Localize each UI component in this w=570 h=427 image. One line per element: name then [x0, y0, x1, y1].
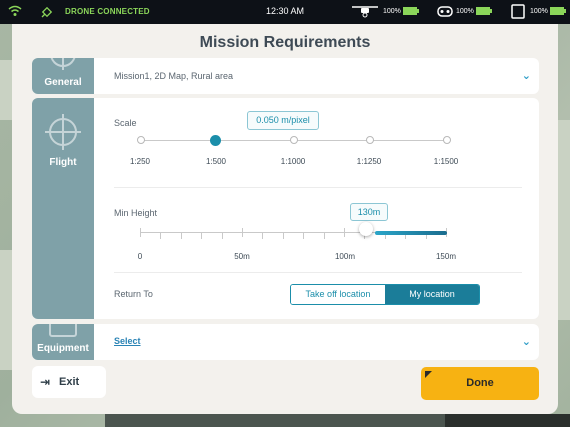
- tab-equipment[interactable]: Equipment: [32, 324, 94, 360]
- height-tick-mark: [140, 228, 141, 237]
- height-tick-label: 150m: [435, 252, 456, 261]
- scale-tick-label: 1:500: [205, 157, 227, 166]
- exit-icon: ⇥: [40, 375, 51, 389]
- scale-stop[interactable]: [443, 136, 451, 144]
- scale-value-bubble: 0.050 m/pixel: [247, 111, 319, 130]
- controller-icon: [437, 6, 453, 17]
- tab-flight-label: Flight: [49, 157, 77, 168]
- exit-button-label: Exit: [59, 376, 80, 388]
- target-icon: [45, 114, 81, 150]
- clock: 12:30 AM: [266, 6, 305, 16]
- height-tick-label: 0: [137, 252, 143, 261]
- equipment-select-link[interactable]: Select: [114, 336, 141, 346]
- wifi-icon: [8, 5, 22, 16]
- tab-general[interactable]: General: [32, 58, 94, 94]
- satellite-icon: [41, 6, 53, 18]
- height-tick-mark: [282, 232, 284, 239]
- controller-battery-text: 100%: [456, 7, 474, 15]
- return-to-label: Return To: [114, 289, 153, 299]
- height-tick-mark: [323, 232, 325, 239]
- height-tick-label: 100m: [334, 252, 355, 261]
- done-button[interactable]: Done: [421, 367, 539, 400]
- scale-tick-label: 1:1000: [280, 157, 306, 166]
- connection-status: DRONE CONNECTED: [65, 7, 150, 16]
- take-off-location-option[interactable]: Take off location: [291, 285, 385, 304]
- scale-tick-label: 1:250: [129, 157, 151, 166]
- mission-requirements-dialog: Mission Requirements General Mission1, 2…: [12, 24, 558, 414]
- scale-stop[interactable]: [137, 136, 145, 144]
- equipment-section[interactable]: Equipment Select ⌄: [32, 324, 539, 360]
- camera-icon: [49, 324, 77, 337]
- divider: [114, 187, 522, 188]
- height-tick-mark: [262, 232, 264, 239]
- status-bar: DRONE CONNECTED 12:30 AM 100% 100% 100%: [0, 0, 570, 24]
- min-height-label: Min Height: [114, 208, 158, 218]
- flight-section: Flight Scale 0.050 m/pixel 1:250 1:500 1…: [32, 98, 539, 319]
- scale-tick-label: 1:1250: [356, 157, 382, 166]
- general-section[interactable]: General Mission1, 2D Map, Rural area ⌄: [32, 58, 539, 94]
- divider: [114, 272, 522, 273]
- min-height-value-bubble: 130m: [350, 203, 388, 221]
- min-height-slider-thumb[interactable]: [359, 222, 373, 236]
- height-tick-mark: [344, 228, 345, 237]
- battery-icon: [549, 7, 566, 15]
- height-tick-label: 50m: [234, 252, 250, 261]
- scale-stop[interactable]: [290, 136, 298, 144]
- my-location-option[interactable]: My location: [385, 285, 479, 304]
- chevron-down-icon[interactable]: ⌄: [522, 69, 531, 82]
- min-height-slider-fill: [375, 231, 447, 235]
- exit-button[interactable]: ⇥ Exit: [32, 366, 106, 398]
- scale-stop[interactable]: [366, 136, 374, 144]
- scale-slider-thumb[interactable]: [210, 135, 221, 146]
- height-tick-mark: [180, 232, 182, 239]
- height-tick-mark: [221, 232, 223, 239]
- page-title: Mission Requirements: [199, 34, 371, 51]
- battery-icon: [402, 7, 419, 15]
- scale-tick-label: 1:1500: [433, 157, 459, 166]
- scale-label: Scale: [114, 118, 137, 128]
- drone-icon: [352, 6, 378, 18]
- tablet-icon: [511, 4, 525, 19]
- height-tick-mark: [242, 228, 243, 237]
- tab-general-label: General: [44, 77, 82, 88]
- drone-battery-text: 100%: [383, 7, 401, 15]
- chevron-down-icon[interactable]: ⌄: [522, 335, 531, 348]
- height-tick-mark: [201, 232, 203, 239]
- tablet-battery-text: 100%: [530, 7, 548, 15]
- height-tick-mark: [160, 232, 162, 239]
- height-tick-mark: [303, 232, 305, 239]
- tab-flight[interactable]: Flight: [32, 98, 94, 319]
- target-icon: [50, 58, 76, 70]
- general-summary: Mission1, 2D Map, Rural area: [114, 71, 234, 81]
- done-button-label: Done: [466, 377, 494, 389]
- tab-equipment-label: Equipment: [37, 343, 89, 354]
- return-to-toggle: Take off location My location: [290, 284, 480, 305]
- corner-marker-icon: [425, 371, 432, 378]
- battery-icon: [475, 7, 492, 15]
